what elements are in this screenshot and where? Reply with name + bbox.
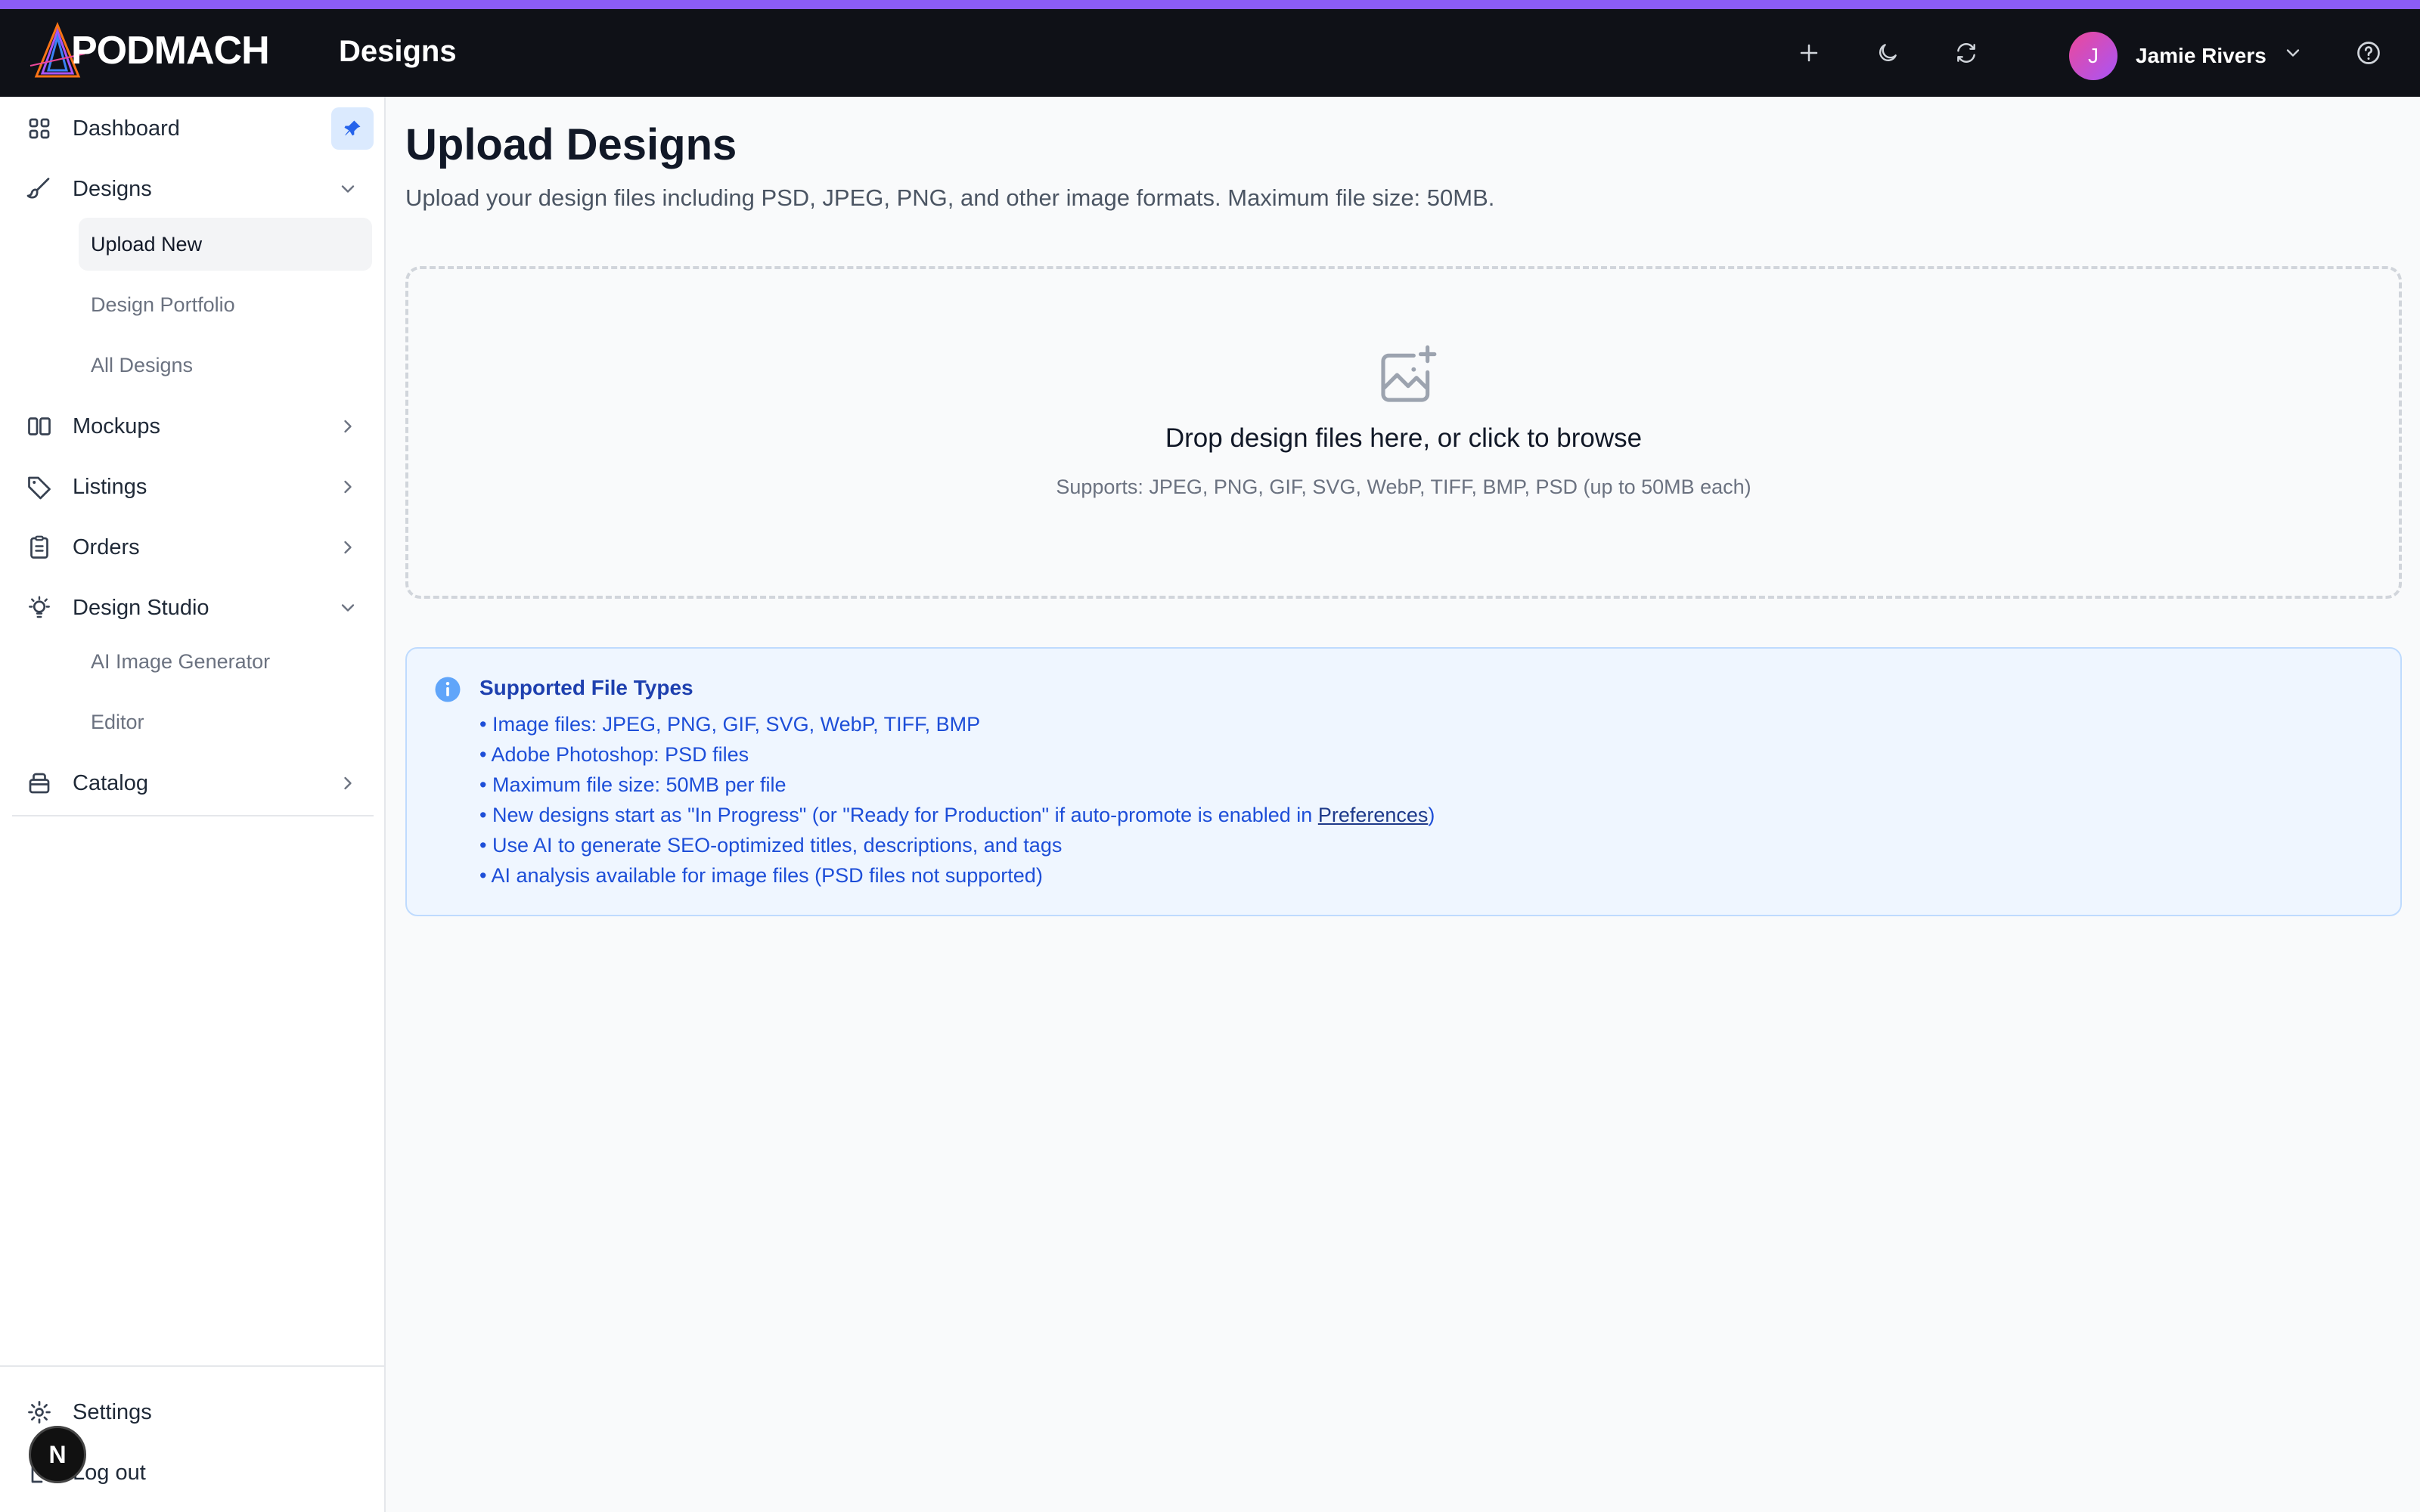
sidebar-item-designs[interactable]: Designs (0, 162, 386, 216)
top-header: PODMACH Designs J Jamie Rivers (0, 9, 2420, 97)
sidebar-subitem-design-portfolio[interactable]: Design Portfolio (79, 278, 372, 331)
sidebar-item-label: Listings (73, 474, 147, 499)
list-item: • Adobe Photoshop: PSD files (479, 743, 749, 766)
logo[interactable]: PODMACH (27, 17, 270, 85)
sidebar-item-label: Catalog (73, 770, 148, 795)
list-item: • Maximum file size: 50MB per file (479, 773, 786, 796)
plus-icon (1800, 44, 1818, 62)
help-icon (2357, 42, 2380, 64)
add-button[interactable] (1788, 32, 1830, 74)
tag-icon (23, 470, 56, 503)
sidebar: Dashboard Designs Upload New Design Port… (0, 97, 386, 1512)
refresh-button[interactable] (1945, 32, 1987, 74)
logo-text: PODMACH (71, 29, 270, 73)
file-dropzone[interactable]: Drop design files here, or click to brow… (405, 266, 2402, 599)
info-title: Supported File Types (479, 676, 693, 699)
chevron-right-icon (333, 768, 363, 798)
brush-icon (23, 172, 56, 206)
sidebar-item-listings[interactable]: Listings (0, 460, 386, 514)
list-item: • AI analysis available for image files … (479, 864, 1043, 887)
gear-icon (23, 1396, 56, 1429)
dropzone-supported-formats: Supports: JPEG, PNG, GIF, SVG, WebP, TIF… (1056, 476, 1751, 498)
header-title: Designs (339, 35, 457, 68)
help-button[interactable] (2347, 32, 2390, 74)
sidebar-item-label: Designs (73, 176, 152, 201)
refresh-icon (1957, 43, 1975, 63)
sidebar-bottom-divider (0, 1365, 386, 1367)
top-accent-bar (0, 0, 2420, 9)
sidebar-subitem-ai-image-generator[interactable]: AI Image Generator (79, 635, 372, 688)
image-add-icon (1381, 345, 1437, 402)
preferences-link[interactable]: Preferences (1318, 804, 1429, 826)
list-item: • Image files: JPEG, PNG, GIF, SVG, WebP… (479, 713, 981, 736)
columns-icon (23, 410, 56, 443)
sidebar-divider (12, 815, 374, 816)
sidebar-item-dashboard[interactable]: Dashboard (0, 101, 386, 156)
info-icon (435, 677, 461, 702)
chevron-right-icon (333, 472, 363, 502)
list-item-suffix: ) (1428, 804, 1435, 826)
sidebar-item-label: Mockups (73, 414, 161, 438)
pin-sidebar-button[interactable] (331, 107, 374, 150)
dev-badge[interactable]: N (29, 1426, 86, 1483)
clipboard-icon (23, 531, 56, 564)
list-item: • Use AI to generate SEO-optimized title… (479, 834, 1063, 857)
lightbulb-icon (23, 591, 56, 624)
chevron-right-icon (333, 411, 363, 442)
chevron-down-icon (333, 593, 363, 623)
sidebar-item-mockups[interactable]: Mockups (0, 399, 386, 454)
sidebar-item-label: Dashboard (73, 116, 180, 141)
dropzone-title: Drop design files here, or click to brow… (1165, 423, 1643, 453)
sidebar-item-label: Settings (73, 1399, 152, 1424)
pin-icon (344, 120, 361, 136)
supported-file-types-panel: Supported File Types • Image files: JPEG… (405, 647, 2402, 916)
avatar[interactable]: J (2069, 32, 2118, 80)
sidebar-subitem-all-designs[interactable]: All Designs (79, 339, 372, 392)
grid-icon (23, 112, 56, 145)
chevron-down-icon (2286, 49, 2300, 57)
chevron-right-icon (333, 532, 363, 562)
sidebar-item-catalog[interactable]: Catalog (0, 756, 386, 810)
user-name[interactable]: Jamie Rivers (2136, 42, 2266, 70)
sidebar-item-design-studio[interactable]: Design Studio (0, 581, 386, 635)
sidebar-subitem-upload-new[interactable]: Upload New (79, 218, 372, 271)
page-subtitle: Upload your design files including PSD, … (405, 184, 1495, 211)
list-item-text: • New designs start as "In Progress" (or… (479, 804, 1318, 826)
sidebar-item-label: Orders (73, 534, 140, 559)
page-title: Upload Designs (405, 120, 737, 169)
list-item: • New designs start as "In Progress" (or… (479, 800, 1435, 830)
sidebar-item-orders[interactable]: Orders (0, 520, 386, 575)
moon-icon (1879, 44, 1897, 61)
chevron-down-icon (333, 174, 363, 204)
sidebar-item-label: Design Studio (73, 595, 209, 620)
box-icon (23, 767, 56, 800)
theme-toggle-button[interactable] (1866, 32, 1909, 74)
info-list: • Image files: JPEG, PNG, GIF, SVG, WebP… (479, 709, 1435, 891)
user-menu-toggle[interactable] (2272, 32, 2314, 74)
sidebar-subitem-editor[interactable]: Editor (79, 696, 372, 748)
